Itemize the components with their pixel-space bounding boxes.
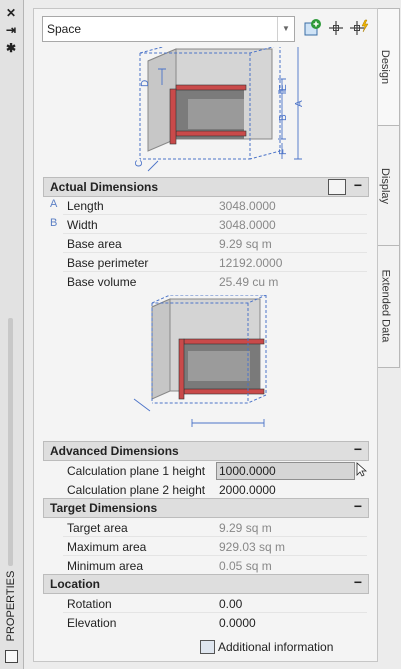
section-title: Target Dimensions xyxy=(50,501,158,515)
space-base-diagram xyxy=(133,295,267,427)
space-dimensions-diagram: D E B A C F xyxy=(134,47,305,172)
chevron-down-icon[interactable]: ▼ xyxy=(277,17,294,41)
property-row-rotation[interactable]: Rotation 0.00 xyxy=(43,594,367,613)
property-label: Base area xyxy=(67,237,122,251)
section-title: Actual Dimensions xyxy=(50,180,159,194)
property-value[interactable]: 9.29 sq m xyxy=(219,521,272,535)
section-actual-dimensions[interactable]: Actual Dimensions − xyxy=(43,177,369,197)
properties-settings-icon[interactable]: ✱ xyxy=(4,41,18,55)
property-label: Target area xyxy=(67,521,128,535)
property-value[interactable]: 2000.0000 xyxy=(219,483,276,497)
tab-design[interactable]: Design xyxy=(378,8,400,128)
property-row-minimum-area[interactable]: Minimum area 0.05 sq m xyxy=(43,556,367,575)
property-row-base-area[interactable]: Base area 9.29 sq m xyxy=(43,234,367,253)
diagram-label-d: D xyxy=(140,80,151,87)
property-row-length[interactable]: A Length 3048.0000 xyxy=(43,196,367,215)
property-label: Calculation plane 2 height xyxy=(67,483,206,497)
section-title: Location xyxy=(50,577,100,591)
property-row-target-area[interactable]: Target area 9.29 sq m xyxy=(43,518,367,537)
tab-display[interactable]: Display xyxy=(378,125,400,246)
property-value[interactable]: 3048.0000 xyxy=(219,218,276,232)
palette-bar: ✕ ⇥ ✱ PROPERTIES xyxy=(0,0,24,669)
additional-information-icon xyxy=(200,640,215,654)
section-location[interactable]: Location − xyxy=(43,574,369,594)
property-label: Width xyxy=(67,218,98,232)
section-advanced-dimensions[interactable]: Advanced Dimensions − xyxy=(43,441,369,461)
property-row-maximum-area[interactable]: Maximum area 929.03 sq m xyxy=(43,537,367,556)
property-label: Minimum area xyxy=(67,559,144,573)
property-row-elevation[interactable]: Elevation 0.0000 xyxy=(43,613,367,632)
properties-content: D E B A C F Actual Dimensions − A Length… xyxy=(34,43,377,661)
dimension-marker: A xyxy=(50,198,58,210)
dimension-marker: B xyxy=(50,217,58,229)
property-value[interactable]: 0.0000 xyxy=(219,616,256,630)
property-row-base-perimeter[interactable]: Base perimeter 12192.0000 xyxy=(43,253,367,272)
properties-tabs: Design Display Extended Data xyxy=(378,8,401,659)
property-value[interactable]: 3048.0000 xyxy=(219,199,276,213)
diagram-label-a: A xyxy=(294,100,305,107)
diagram-label-b: B xyxy=(278,114,289,121)
diagram-label-f: F xyxy=(278,149,289,155)
palette-title: PROPERTIES xyxy=(5,570,17,642)
property-label: Length xyxy=(67,199,104,213)
diagram-label-e: E xyxy=(278,84,289,91)
palette-scroll-track[interactable] xyxy=(8,318,13,566)
collapse-icon[interactable]: − xyxy=(354,574,362,590)
close-icon[interactable]: ✕ xyxy=(4,6,18,20)
quick-select-icon[interactable] xyxy=(349,17,371,39)
toolbar: Space ▼ xyxy=(42,16,377,42)
object-type-select[interactable]: Space ▼ xyxy=(42,16,295,42)
additional-information-link[interactable]: Additional information xyxy=(200,640,333,654)
property-row-width[interactable]: B Width 3048.0000 xyxy=(43,215,367,234)
section-title: Advanced Dimensions xyxy=(50,444,179,458)
calc-plane-1-input[interactable]: 1000.0000 xyxy=(216,462,355,480)
property-value: 12192.0000 xyxy=(219,256,283,270)
collapse-icon[interactable]: − xyxy=(354,498,362,514)
auto-hide-icon[interactable]: ⇥ xyxy=(4,23,18,37)
calculator-icon[interactable] xyxy=(328,179,346,195)
property-value[interactable]: 0.05 sq m xyxy=(219,559,272,573)
palette-options-icon[interactable] xyxy=(5,650,18,663)
property-value[interactable]: 0.00 xyxy=(219,597,242,611)
property-label: Maximum area xyxy=(67,540,147,554)
property-row-calc-plane-2[interactable]: Calculation plane 2 height 2000.0000 xyxy=(43,480,367,499)
property-row-base-volume[interactable]: Base volume 25.49 cu m xyxy=(43,272,367,291)
select-objects-icon[interactable] xyxy=(325,17,347,39)
property-label: Base volume xyxy=(67,275,137,289)
property-label: Elevation xyxy=(67,616,117,630)
property-row-calc-plane-1[interactable]: Calculation plane 1 height 1000.0000 xyxy=(43,461,368,480)
collapse-icon[interactable]: − xyxy=(354,177,362,193)
pick-point-icon[interactable] xyxy=(355,461,368,477)
tab-extended-data[interactable]: Extended Data xyxy=(378,245,400,368)
diagram-label-c: C xyxy=(134,160,145,167)
property-label: Rotation xyxy=(67,597,112,611)
add-style-icon[interactable] xyxy=(301,17,323,39)
collapse-icon[interactable]: − xyxy=(354,441,362,457)
object-type-value: Space xyxy=(47,22,82,36)
property-label: Base perimeter xyxy=(67,256,149,270)
property-value: 9.29 sq m xyxy=(219,237,272,251)
properties-panel: Space ▼ D E B A C F Actual Dimensions − … xyxy=(33,8,378,662)
section-target-dimensions[interactable]: Target Dimensions − xyxy=(43,498,369,518)
property-value[interactable]: 929.03 sq m xyxy=(219,540,285,554)
property-label: Calculation plane 1 height xyxy=(67,464,206,478)
property-value: 25.49 cu m xyxy=(219,275,279,289)
